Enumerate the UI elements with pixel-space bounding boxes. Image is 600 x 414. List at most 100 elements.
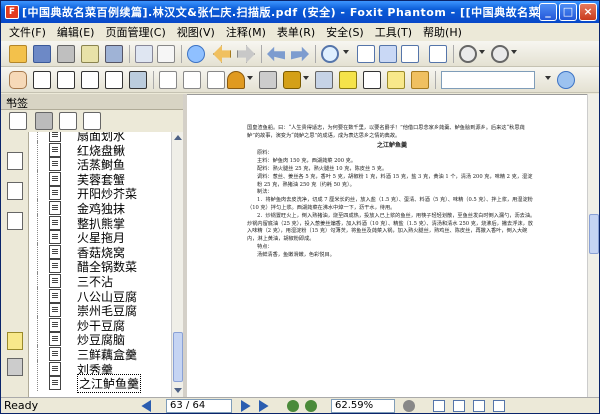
forward-arrow-icon[interactable]	[237, 45, 255, 63]
search-icon[interactable]	[557, 71, 575, 89]
close-button[interactable]: ×	[579, 3, 597, 21]
undo-icon[interactable]	[267, 46, 285, 62]
menu-edit[interactable]: 编辑(E)	[57, 24, 95, 40]
toolbar-separator	[153, 71, 154, 89]
snapshot-icon[interactable]	[57, 71, 75, 89]
search-dropdown-icon[interactable]	[545, 76, 551, 80]
feature-text: 汤鲜清香，鱼嫩滑嫩，色彩悦目。	[257, 251, 335, 258]
document-scrollbar[interactable]	[587, 94, 599, 397]
actual-size-icon[interactable]	[401, 45, 419, 63]
menu-view[interactable]: 视图(V)	[177, 24, 215, 40]
scroll-up-icon[interactable]	[174, 135, 182, 140]
redo-icon[interactable]	[291, 46, 309, 62]
pages-panel-icon[interactable]	[7, 152, 23, 170]
menu-file[interactable]: 文件(F)	[9, 24, 46, 40]
hand-tool-icon[interactable]	[9, 71, 27, 89]
lock-icon[interactable]	[283, 71, 301, 89]
zoom-in-dropdown-icon[interactable]	[511, 50, 517, 54]
note-icon[interactable]	[387, 71, 405, 89]
document-view[interactable]: 国皇渣鱼船。曰：“人生贵得适志，为何要在数千里，以要名爵乎！”他借口思念家乡莼羹…	[187, 94, 587, 397]
sign-document-icon[interactable]	[315, 71, 333, 89]
annotations-panel-icon[interactable]	[7, 212, 23, 230]
facing-icon[interactable]	[473, 400, 485, 412]
bookmark-scrollbar[interactable]	[171, 132, 183, 397]
previous-page-icon[interactable]	[141, 400, 151, 412]
zoom-out-circle-icon[interactable]	[459, 45, 477, 63]
zoom-in-icon[interactable]	[321, 45, 339, 63]
previous-view-icon[interactable]	[287, 400, 299, 412]
bookmark-label: 之江鲈鱼羹	[77, 374, 142, 394]
zoom-field[interactable]: 62.59%	[331, 399, 395, 413]
bookmark-panel-header: 书签 «	[1, 94, 183, 110]
main-ingredients: 主料：鲈鱼肉 150 克，西湖莼菜 200 克。	[257, 158, 357, 165]
minimize-button[interactable]: _	[539, 3, 557, 21]
main-toolbar	[1, 41, 599, 67]
menu-comment[interactable]: 注释(M)	[226, 24, 266, 40]
scan-icon[interactable]	[105, 45, 123, 63]
back-arrow-icon[interactable]	[213, 45, 231, 63]
comments-panel-icon[interactable]	[7, 332, 23, 350]
collapse-panel-icon[interactable]: «	[6, 95, 179, 106]
bookmark-scroll-thumb[interactable]	[173, 332, 183, 382]
text-box-icon[interactable]	[159, 71, 177, 89]
zoom-dropdown-icon[interactable]	[343, 50, 349, 54]
continuous-facing-icon[interactable]	[493, 400, 505, 412]
menu-security[interactable]: 安全(S)	[326, 24, 364, 40]
next-view-icon[interactable]	[305, 400, 317, 412]
bookmark-properties-icon[interactable]	[83, 112, 101, 130]
fit-page-icon[interactable]	[357, 45, 375, 63]
lock-dropdown-icon[interactable]	[303, 76, 309, 80]
bookmark-toolbar	[1, 110, 183, 132]
zoom-out-icon[interactable]	[403, 400, 415, 412]
search-input[interactable]	[441, 71, 535, 89]
stamp-icon[interactable]	[227, 71, 245, 89]
menu-form[interactable]: 表单(R)	[277, 24, 315, 40]
video-icon[interactable]	[129, 71, 147, 89]
zoom-in-circle-icon[interactable]	[491, 45, 509, 63]
bookmark-item[interactable]: 之江鲈鱼羹	[29, 374, 171, 394]
status-bar: Ready 63 / 64 62.59%	[1, 397, 599, 413]
callout-icon[interactable]	[183, 71, 201, 89]
scroll-down-icon[interactable]	[174, 388, 182, 393]
save-icon[interactable]	[33, 45, 51, 63]
toolbar-separator	[129, 45, 130, 63]
text-edit-icon[interactable]	[363, 71, 381, 89]
side-ingredients: 配料：熟火腿丝 25 克，熟火腿丝 10 克，陈皮丝 5 克。	[257, 165, 388, 172]
delete-bookmark-icon[interactable]	[35, 112, 53, 130]
form-field-icon[interactable]	[339, 71, 357, 89]
single-page-icon[interactable]	[433, 400, 445, 412]
print-icon[interactable]	[57, 45, 75, 63]
document-scroll-thumb[interactable]	[589, 214, 599, 254]
last-page-icon[interactable]	[259, 400, 269, 412]
globe-icon[interactable]	[187, 45, 205, 63]
feature-heading: 特点：	[257, 243, 273, 250]
attachment-icon[interactable]	[259, 71, 277, 89]
image-select-icon[interactable]	[81, 71, 99, 89]
rotate-icon[interactable]	[429, 45, 447, 63]
title-bar[interactable]: F [中国典故名菜百例续篇].林汉文&张仁庆.扫描版.pdf (安全) - Fo…	[1, 1, 599, 23]
new-document-icon[interactable]	[135, 45, 153, 63]
email-icon[interactable]	[81, 45, 99, 63]
fit-width-icon[interactable]	[379, 45, 397, 63]
menu-tools[interactable]: 工具(T)	[375, 24, 412, 40]
expand-bookmark-icon[interactable]	[9, 112, 27, 130]
continuous-icon[interactable]	[453, 400, 465, 412]
toolbar-separator	[181, 45, 182, 63]
page-number-field[interactable]: 63 / 64	[166, 399, 232, 413]
line-tool-icon[interactable]	[207, 71, 225, 89]
menu-help[interactable]: 帮助(H)	[423, 24, 462, 40]
typewriter-icon[interactable]	[105, 71, 123, 89]
maximize-button[interactable]: □	[559, 3, 577, 21]
new-bookmark-icon[interactable]	[59, 112, 77, 130]
document-properties-icon[interactable]	[157, 45, 175, 63]
first-page-icon[interactable]	[121, 400, 131, 412]
menu-page-management[interactable]: 页面管理(C)	[105, 24, 165, 40]
open-folder-icon[interactable]	[9, 45, 27, 63]
layers-panel-icon[interactable]	[7, 182, 23, 200]
attachments-panel-icon[interactable]	[7, 358, 23, 376]
select-text-icon[interactable]	[33, 71, 51, 89]
stamp-dropdown-icon[interactable]	[247, 76, 253, 80]
highlight-icon[interactable]	[411, 71, 429, 89]
zoom-out-dropdown-icon[interactable]	[479, 50, 485, 54]
next-page-icon[interactable]	[241, 400, 251, 412]
